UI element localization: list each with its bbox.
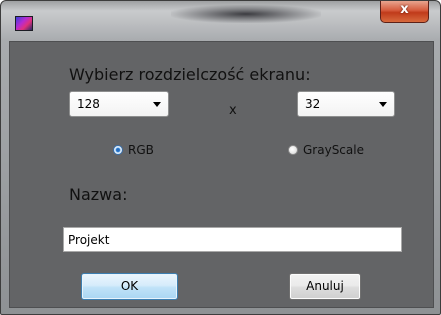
- resolution-heading: Wybierz rozdzielczość ekranu:: [69, 65, 311, 84]
- dialog-content: Wybierz rozdzielczość ekranu: 128 x 32 R…: [9, 41, 434, 308]
- height-select[interactable]: 32: [297, 91, 395, 117]
- width-select[interactable]: 128: [69, 91, 169, 117]
- close-button[interactable]: x: [380, 1, 429, 23]
- chevron-down-icon: [153, 102, 161, 107]
- dialog-window: x Wybierz rozdzielczość ekranu: 128 x 32…: [0, 0, 441, 315]
- name-label: Nazwa:: [69, 185, 128, 204]
- width-select-value: 128: [77, 97, 100, 111]
- resolution-separator: x: [229, 103, 237, 118]
- rgb-radio-label: RGB: [128, 143, 154, 157]
- name-input[interactable]: [63, 227, 402, 252]
- close-icon: x: [400, 2, 409, 17]
- chevron-down-icon: [379, 102, 387, 107]
- app-icon: [15, 16, 33, 31]
- grayscale-radio-label: GrayScale: [303, 143, 364, 157]
- radio-checked-icon: [113, 145, 123, 155]
- height-select-value: 32: [305, 97, 321, 111]
- cancel-button[interactable]: Anuluj: [289, 273, 361, 300]
- ok-button[interactable]: OK: [81, 273, 178, 300]
- radio-unchecked-icon: [288, 145, 298, 155]
- title-bar[interactable]: x: [1, 1, 440, 41]
